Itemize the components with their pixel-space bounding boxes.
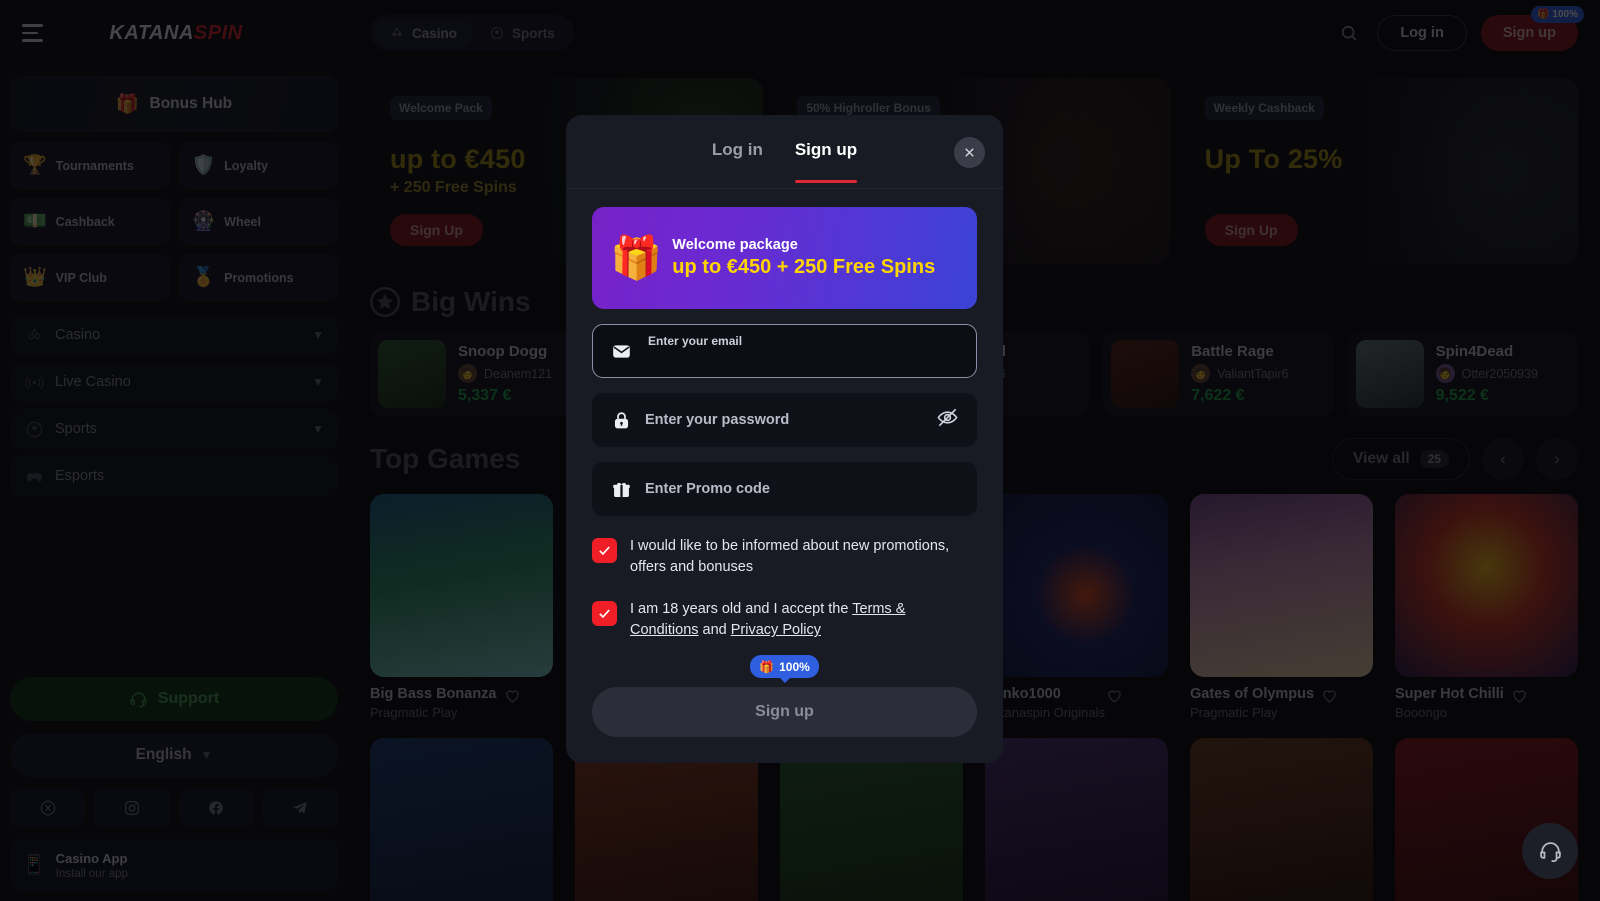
close-icon[interactable]	[954, 137, 985, 168]
terms-consent-text: I am 18 years old and I accept the Terms…	[630, 599, 977, 642]
check-icon	[599, 546, 610, 556]
bonus-tooltip: 🎁 100%	[750, 655, 819, 678]
bonus-tooltip-text: 100%	[779, 659, 810, 674]
welcome-package-kicker: Welcome package	[672, 236, 798, 253]
welcome-package-banner: 🎁 Welcome package up to €450 + 250 Free …	[592, 207, 977, 309]
terms-consent-row: I am 18 years old and I accept the Terms…	[592, 599, 977, 642]
headset-icon	[1539, 841, 1561, 862]
privacy-policy-link[interactable]: Privacy Policy	[731, 622, 821, 638]
email-placeholder: Enter your email	[648, 334, 743, 348]
gift-icon: 🎁	[759, 659, 775, 674]
floating-support-button[interactable]	[1522, 823, 1578, 879]
envelope-icon	[610, 341, 632, 362]
email-field[interactable]: Enter your email	[592, 324, 977, 378]
promo-code-field[interactable]: Enter Promo code	[592, 462, 977, 516]
page-root: KATANASPIN 🎁 Bonus Hub 🏆 Tournaments 🛡️ …	[0, 0, 1600, 901]
tab-login[interactable]: Log in	[712, 122, 763, 182]
lock-icon	[610, 410, 632, 431]
gift-icon: 🎁	[610, 234, 663, 281]
terms-text-before: I am 18 years old and I accept the	[630, 600, 853, 617]
promo-placeholder: Enter Promo code	[645, 481, 770, 497]
password-field[interactable]: Enter your password	[592, 393, 977, 447]
submit-signup-button[interactable]: Sign up	[592, 687, 977, 737]
terms-text-mid: and	[698, 622, 731, 639]
gift-icon	[610, 479, 632, 500]
auth-modal: Log in Sign up 🎁 Welcome package up to €…	[566, 115, 1003, 763]
welcome-package-headline: up to €450 + 250 Free Spins	[672, 255, 936, 278]
check-icon	[599, 609, 610, 619]
terms-checkbox[interactable]	[592, 600, 617, 626]
promotions-consent-text: I would like to be informed about new pr…	[630, 538, 950, 576]
eye-off-icon[interactable]	[936, 406, 959, 434]
tab-signup[interactable]: Sign up	[794, 122, 858, 183]
password-placeholder: Enter your password	[645, 412, 790, 428]
promotions-checkbox[interactable]	[592, 538, 617, 563]
submit-section: 🎁 100% Sign up	[592, 655, 977, 737]
modal-body: 🎁 Welcome package up to €450 + 250 Free …	[566, 189, 1003, 763]
modal-tabs: Log in Sign up	[566, 115, 1003, 189]
promotions-consent-row: I would like to be informed about new pr…	[592, 536, 977, 579]
